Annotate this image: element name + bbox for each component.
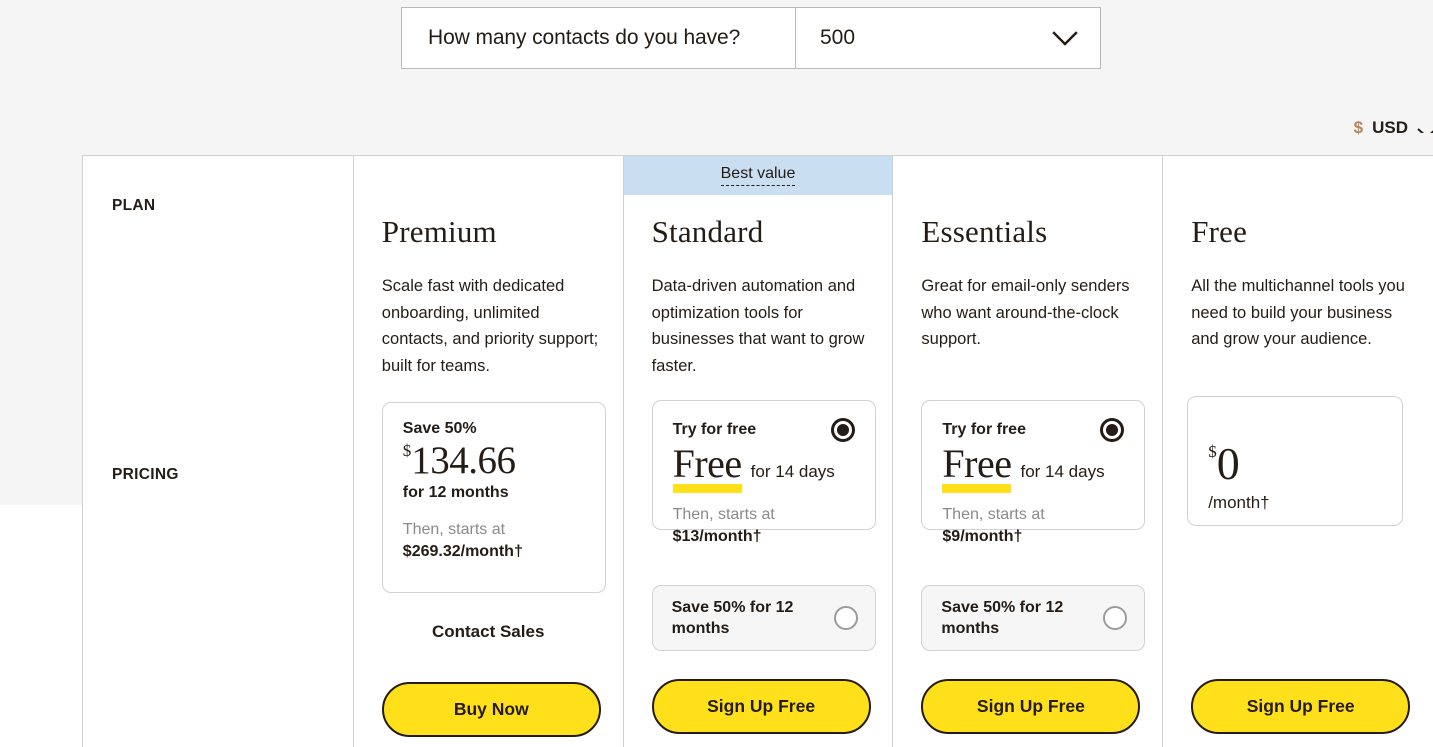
save-option-label: Save 50% for 12 months	[941, 599, 1064, 637]
currency-code: USD	[1372, 118, 1408, 137]
chevron-down-icon	[1417, 123, 1433, 133]
trial-free-word: Free	[942, 441, 1012, 493]
plan-name: Free	[1191, 214, 1248, 249]
save-option-card[interactable]: Save 50% for 12 months	[921, 585, 1146, 651]
currency-symbol: $	[1353, 118, 1364, 137]
pricing-table: PLAN PRICING Premium Scale fast with ded…	[82, 155, 1433, 747]
plan-column-premium: Premium Scale fast with dedicated onboar…	[354, 156, 624, 747]
plan-description: Great for email-only senders who want ar…	[921, 277, 1130, 348]
save-badge: Save 50%	[402, 420, 477, 437]
pricing-page: How many contacts do you have? 500 $ USD…	[0, 0, 1433, 747]
price-card-free: $0 /month†	[1187, 396, 1404, 526]
contacts-selected-value: 500	[820, 26, 856, 49]
sign-up-free-button[interactable]: Sign Up Free	[651, 679, 871, 734]
save-option-label: Save 50% for 12 months	[671, 599, 794, 637]
save-option-radio[interactable]	[833, 606, 858, 630]
then-label: Then, starts at	[942, 506, 1045, 523]
plan-column-standard: Best value Standard Data-driven automati…	[623, 156, 894, 747]
save-option-card[interactable]: Save 50% for 12 months	[651, 585, 876, 651]
best-value-badge[interactable]: Best value	[623, 156, 893, 195]
page-background-left	[0, 155, 82, 505]
trial-radio-selected[interactable]	[1100, 418, 1125, 442]
save-option-radio[interactable]	[1103, 606, 1128, 630]
trial-label: Try for free	[672, 421, 757, 438]
trial-label: Try for free	[942, 421, 1026, 438]
currency-symbol: $	[1208, 442, 1217, 461]
plan-description: All the multichannel tools you need to b…	[1191, 277, 1405, 348]
plan-column-essentials: Essentials Great for email-only senders …	[893, 156, 1164, 747]
price-period: for 12 months	[402, 484, 509, 501]
trial-option-card[interactable]: Try for free Free for 14 days Then, star…	[921, 400, 1146, 545]
trial-radio-selected[interactable]	[830, 418, 855, 442]
plan-description: Data-driven automation and optimization …	[651, 277, 865, 375]
trial-option-card[interactable]: Try for free Free for 14 days Then, star…	[651, 400, 876, 545]
sign-up-free-button[interactable]: Sign Up Free	[1191, 679, 1411, 734]
plan-price: $0	[1208, 441, 1269, 487]
price-amount: 134.66	[411, 439, 516, 482]
contacts-selector[interactable]: How many contacts do you have? 500	[401, 7, 1101, 69]
plan-description: Scale fast with dedicated onboarding, un…	[381, 277, 599, 375]
trial-days: for 14 days	[750, 462, 835, 481]
then-amount: $13/month†	[672, 528, 762, 545]
then-label: Then, starts at	[672, 506, 775, 523]
sign-up-free-button[interactable]: Sign Up Free	[921, 679, 1141, 734]
trial-days: for 14 days	[1020, 462, 1105, 481]
price-period: /month†	[1208, 493, 1270, 512]
contact-sales-link[interactable]: Contact Sales	[354, 622, 623, 642]
best-value-label: Best value	[720, 165, 796, 186]
then-label: Then, starts at	[402, 521, 506, 538]
price-card-premium: Save 50% $134.66 for 12 months Then, sta…	[381, 402, 606, 593]
row-label-plan: PLAN	[112, 197, 156, 214]
plan-column-free: Free All the multichannel tools you need…	[1163, 156, 1433, 747]
contacts-dropdown[interactable]: 500	[796, 8, 1100, 68]
price-amount: 0	[1216, 438, 1240, 489]
trial-free-word: Free	[672, 441, 742, 493]
row-labels-column: PLAN PRICING	[83, 156, 354, 747]
chevron-down-icon	[1052, 30, 1078, 46]
plan-name: Standard	[651, 214, 764, 249]
then-amount: $9/month†	[942, 528, 1023, 545]
plan-name: Essentials	[921, 214, 1048, 249]
plan-name: Premium	[381, 214, 497, 249]
row-label-pricing: PRICING	[112, 466, 179, 483]
contacts-question-label: How many contacts do you have?	[402, 8, 796, 68]
buy-now-button[interactable]: Buy Now	[381, 682, 601, 737]
currency-selector[interactable]: $ USD	[1354, 118, 1433, 138]
then-amount: $269.32/month†	[402, 543, 523, 560]
plan-price: $134.66	[403, 441, 585, 480]
